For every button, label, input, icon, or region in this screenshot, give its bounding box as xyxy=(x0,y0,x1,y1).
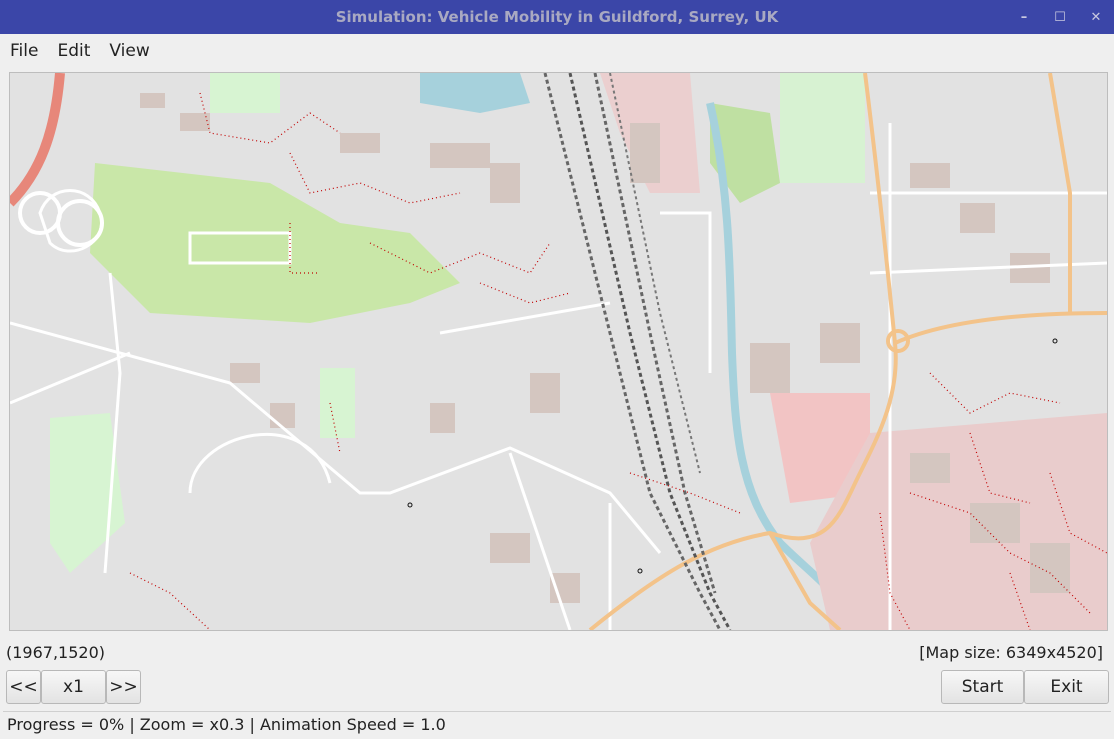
map-canvas[interactable] xyxy=(9,72,1108,631)
slower-button[interactable]: << xyxy=(6,670,41,704)
exit-button[interactable]: Exit xyxy=(1024,670,1109,704)
close-button[interactable]: ✕ xyxy=(1078,0,1114,34)
status-text: Progress = 0% | Zoom = x0.3 | Animation … xyxy=(7,715,446,734)
speed-button[interactable]: x1 xyxy=(41,670,106,704)
faster-button[interactable]: >> xyxy=(106,670,141,704)
window-controls: – ☐ ✕ xyxy=(1006,0,1114,34)
street-map[interactable] xyxy=(10,73,1107,630)
park-area xyxy=(320,368,355,438)
window-title: Simulation: Vehicle Mobility in Guildfor… xyxy=(335,8,779,26)
status-bar: Progress = 0% | Zoom = x0.3 | Animation … xyxy=(3,711,1111,737)
maximize-button[interactable]: ☐ xyxy=(1042,0,1078,34)
minimize-button[interactable]: – xyxy=(1006,0,1042,34)
park-area xyxy=(780,73,865,183)
menu-file[interactable]: File xyxy=(0,41,47,61)
menu-bar: File Edit View xyxy=(0,36,1114,66)
map-size-label: [Map size: 6349x4520] xyxy=(919,643,1103,662)
window-titlebar: Simulation: Vehicle Mobility in Guildfor… xyxy=(0,0,1114,34)
park-area xyxy=(210,73,280,113)
cursor-coordinates: (1967,1520) xyxy=(6,643,106,662)
menu-edit[interactable]: Edit xyxy=(47,41,99,61)
start-button[interactable]: Start xyxy=(941,670,1024,704)
menu-view[interactable]: View xyxy=(99,41,158,61)
